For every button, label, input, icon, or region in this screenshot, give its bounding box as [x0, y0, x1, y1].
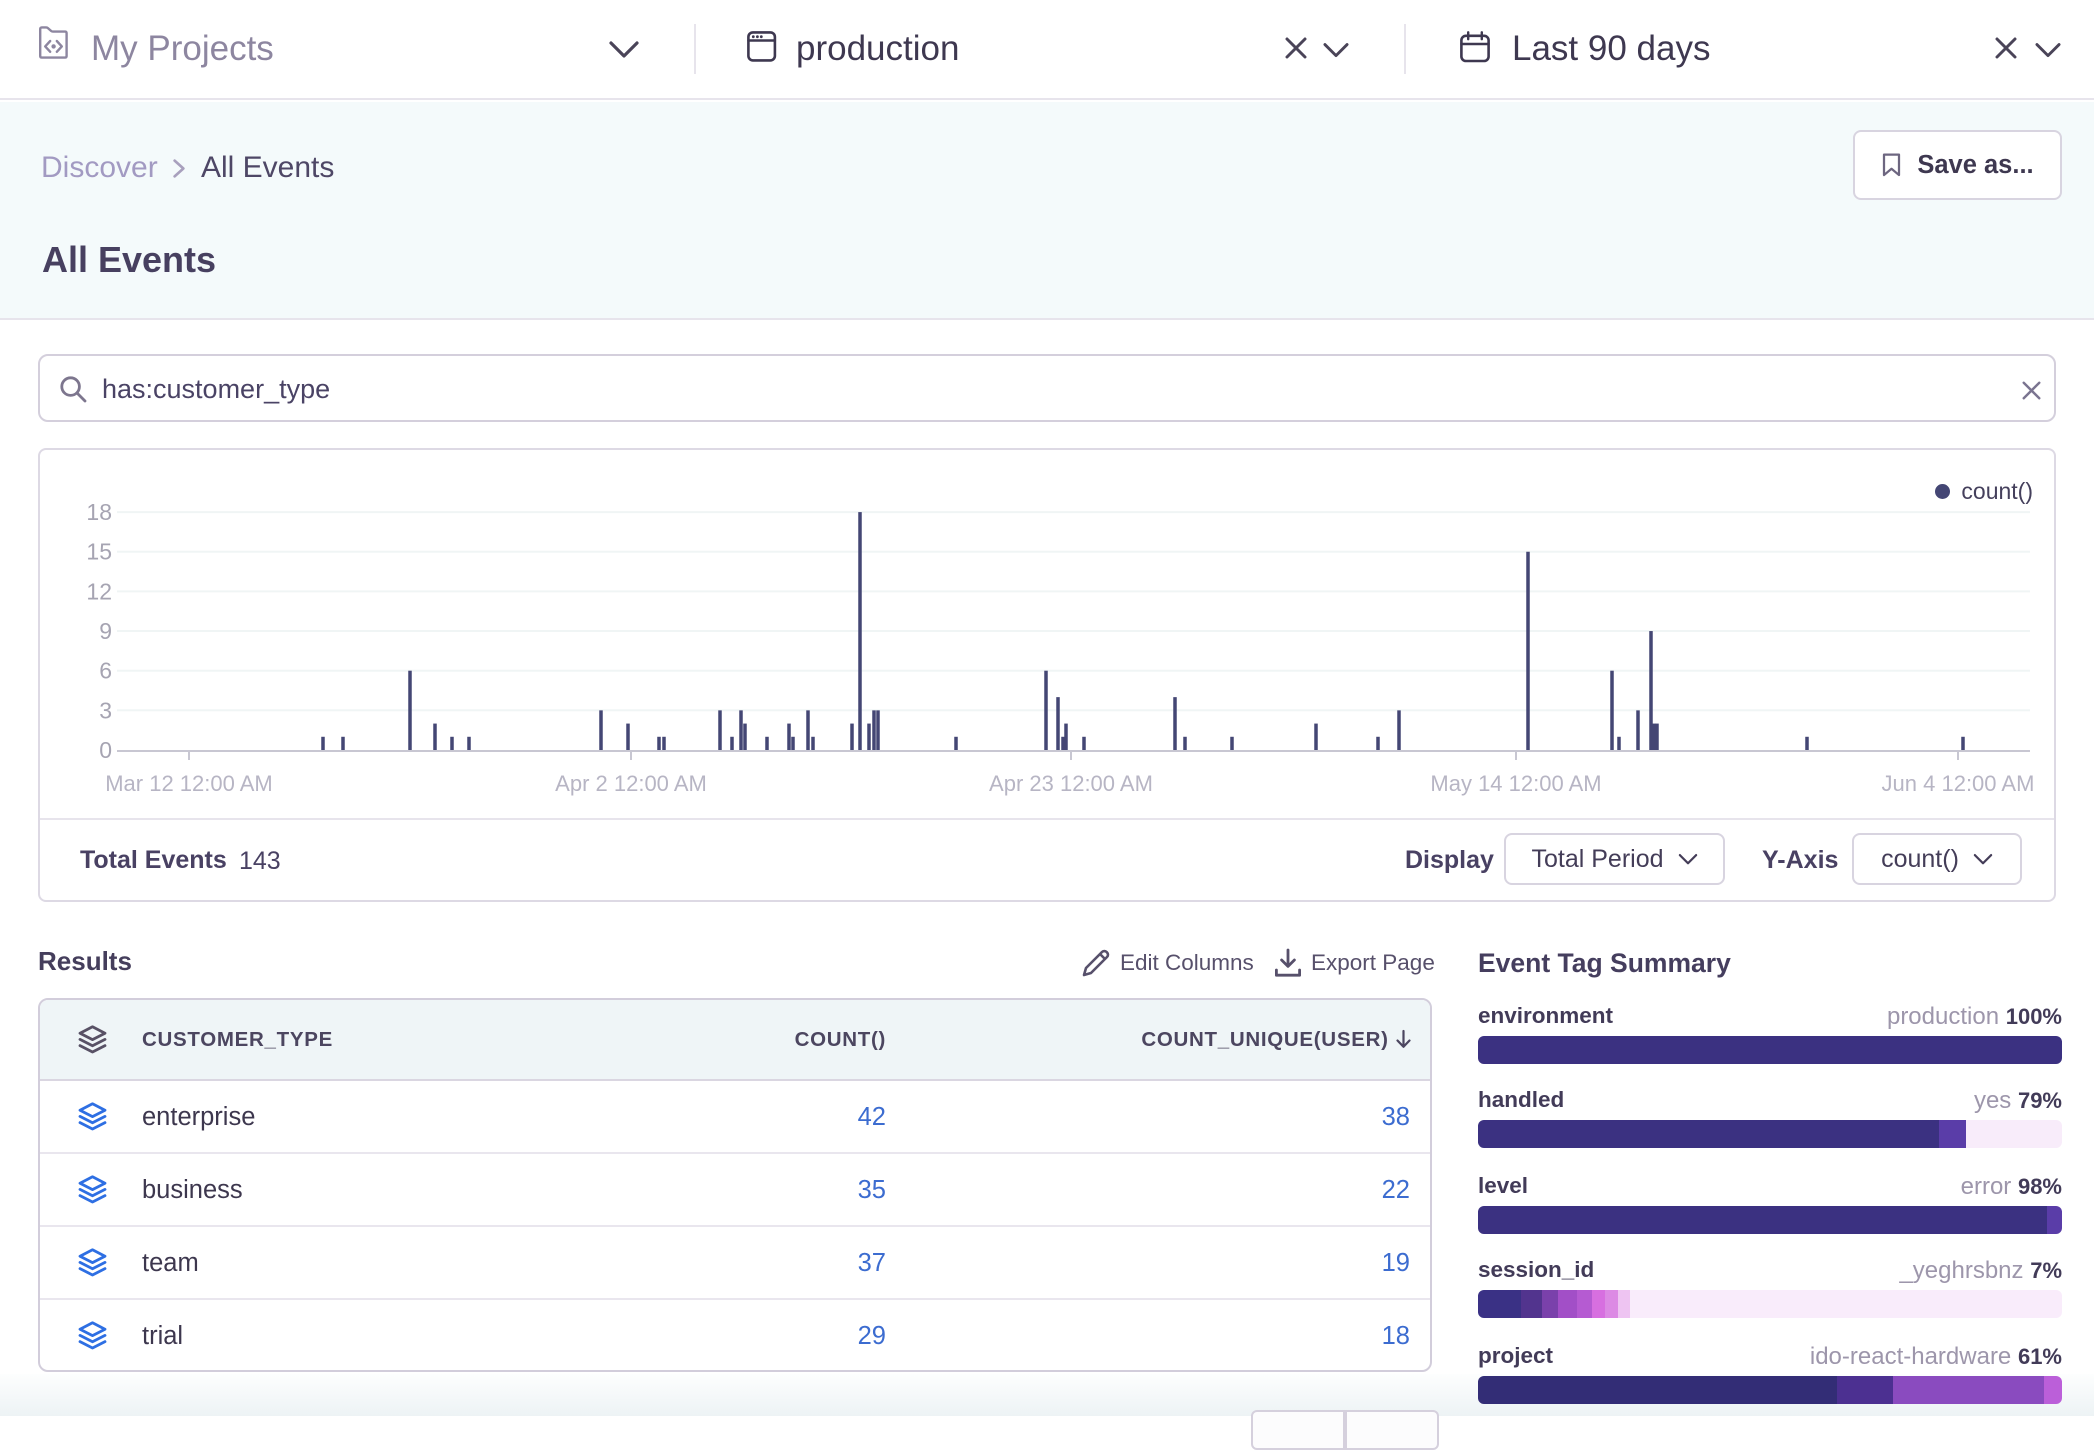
svg-text:0: 0 [99, 737, 112, 763]
svg-text:15: 15 [86, 539, 112, 565]
svg-text:9: 9 [99, 618, 112, 644]
svg-text:3: 3 [99, 697, 112, 723]
svg-text:Apr 2 12:00 AM: Apr 2 12:00 AM [555, 771, 707, 796]
svg-text:12: 12 [86, 578, 112, 604]
svg-text:Apr 23 12:00 AM: Apr 23 12:00 AM [989, 771, 1153, 796]
svg-text:Jun 4 12:00 AM: Jun 4 12:00 AM [1882, 771, 2035, 796]
svg-text:6: 6 [99, 658, 112, 684]
svg-text:18: 18 [86, 499, 112, 525]
svg-text:May 14 12:00 AM: May 14 12:00 AM [1430, 771, 1601, 796]
svg-text:Mar 12 12:00 AM: Mar 12 12:00 AM [105, 771, 273, 796]
